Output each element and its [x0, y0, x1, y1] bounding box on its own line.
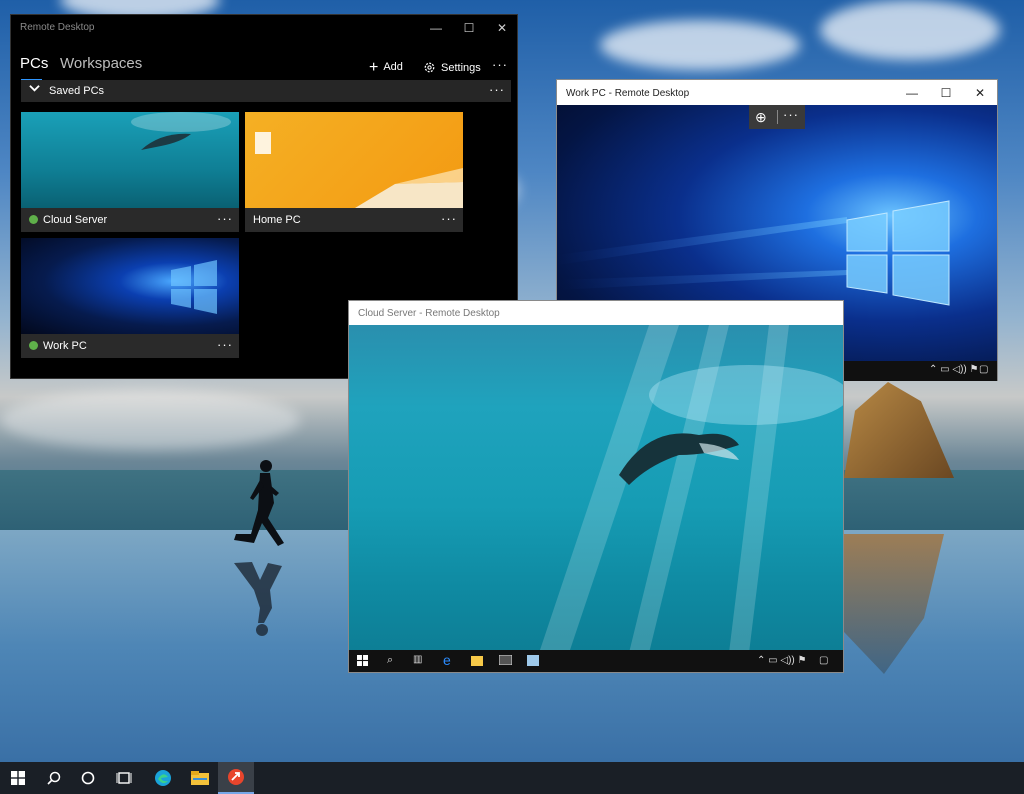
- edge-icon[interactable]: e: [443, 652, 451, 668]
- pc-name: Work PC: [43, 340, 87, 352]
- app-window-icon[interactable]: [498, 654, 513, 668]
- cortana-icon[interactable]: [70, 762, 106, 794]
- status-dot: [29, 341, 38, 350]
- edge-icon[interactable]: [145, 762, 181, 794]
- remote-session-screen[interactable]: [349, 325, 843, 653]
- maximize-button[interactable]: ☐: [929, 80, 963, 106]
- search-icon[interactable]: [36, 762, 72, 794]
- minimize-button[interactable]: —: [419, 15, 453, 41]
- pc-name: Cloud Server: [43, 214, 108, 226]
- close-button[interactable]: ✕: [485, 15, 519, 41]
- file-explorer-icon[interactable]: [182, 762, 218, 794]
- notification-icon[interactable]: ▢: [979, 364, 988, 375]
- task-view-icon[interactable]: [106, 762, 142, 794]
- chevron-down-icon: [29, 83, 40, 97]
- pc-more-button[interactable]: ···: [217, 211, 233, 226]
- store-icon[interactable]: [527, 655, 539, 669]
- pc-more-button[interactable]: ···: [441, 211, 457, 226]
- settings-button-label: Settings: [441, 61, 481, 74]
- window-title: Work PC - Remote Desktop: [566, 88, 690, 99]
- remote-desktop-icon[interactable]: [218, 762, 254, 794]
- app-title-bar[interactable]: Remote Desktop — ☐ ✕: [11, 15, 517, 41]
- file-explorer-icon[interactable]: [471, 656, 483, 669]
- status-dot: [29, 215, 38, 224]
- system-tray-icons[interactable]: ⌃ ▭ ◁)) ⚑: [929, 364, 978, 375]
- group-label: Saved PCs: [49, 85, 105, 97]
- pc-thumbnail: [21, 112, 239, 208]
- windows-icon[interactable]: [0, 762, 36, 794]
- pc-name: Home PC: [253, 214, 301, 226]
- pc-more-button[interactable]: ···: [217, 337, 233, 352]
- cloud-server-session-window: Cloud Server - Remote Desktop ⌕ ▥ e ⌃ ▭ …: [348, 300, 844, 673]
- close-button[interactable]: ✕: [963, 80, 997, 106]
- task-view-icon[interactable]: ▥: [413, 654, 422, 665]
- runner-silhouette: [234, 460, 284, 636]
- settings-button[interactable]: Settings: [423, 61, 481, 74]
- search-icon[interactable]: ⌕: [387, 654, 393, 667]
- notification-icon[interactable]: ▢: [819, 655, 828, 666]
- pc-thumbnail: [21, 238, 239, 334]
- minimize-button[interactable]: —: [895, 80, 929, 106]
- add-button-label: Add: [383, 61, 403, 73]
- system-tray-icons[interactable]: ⌃ ▭ ◁)) ⚑: [757, 655, 806, 666]
- underwater-wallpaper: [539, 325, 843, 653]
- remote-taskbar: ⌕ ▥ e ⌃ ▭ ◁)) ⚑ ▢: [349, 650, 843, 672]
- windows-taskbar: [0, 762, 1024, 794]
- add-button[interactable]: + Add: [369, 58, 403, 76]
- more-options-button[interactable]: ···: [492, 57, 508, 72]
- group-more-button[interactable]: ···: [489, 82, 505, 97]
- plus-icon: +: [369, 58, 379, 76]
- gear-icon: [423, 61, 436, 74]
- app-title: Remote Desktop: [20, 22, 95, 33]
- pc-thumbnail: [245, 112, 463, 208]
- maximize-button[interactable]: ☐: [452, 15, 486, 41]
- pc-tile-work-pc[interactable]: Work PC ···: [21, 238, 239, 358]
- tab-workspaces[interactable]: Workspaces: [60, 55, 142, 72]
- tab-pcs[interactable]: PCs: [20, 55, 48, 72]
- saved-pcs-group-header[interactable]: Saved PCs ···: [21, 80, 511, 102]
- pc-tile-cloud-server[interactable]: Cloud Server ···: [21, 112, 239, 232]
- pc-tile-home-pc[interactable]: Home PC ···: [245, 112, 463, 232]
- windows-icon[interactable]: [357, 655, 368, 669]
- window-title: Cloud Server - Remote Desktop: [358, 308, 500, 319]
